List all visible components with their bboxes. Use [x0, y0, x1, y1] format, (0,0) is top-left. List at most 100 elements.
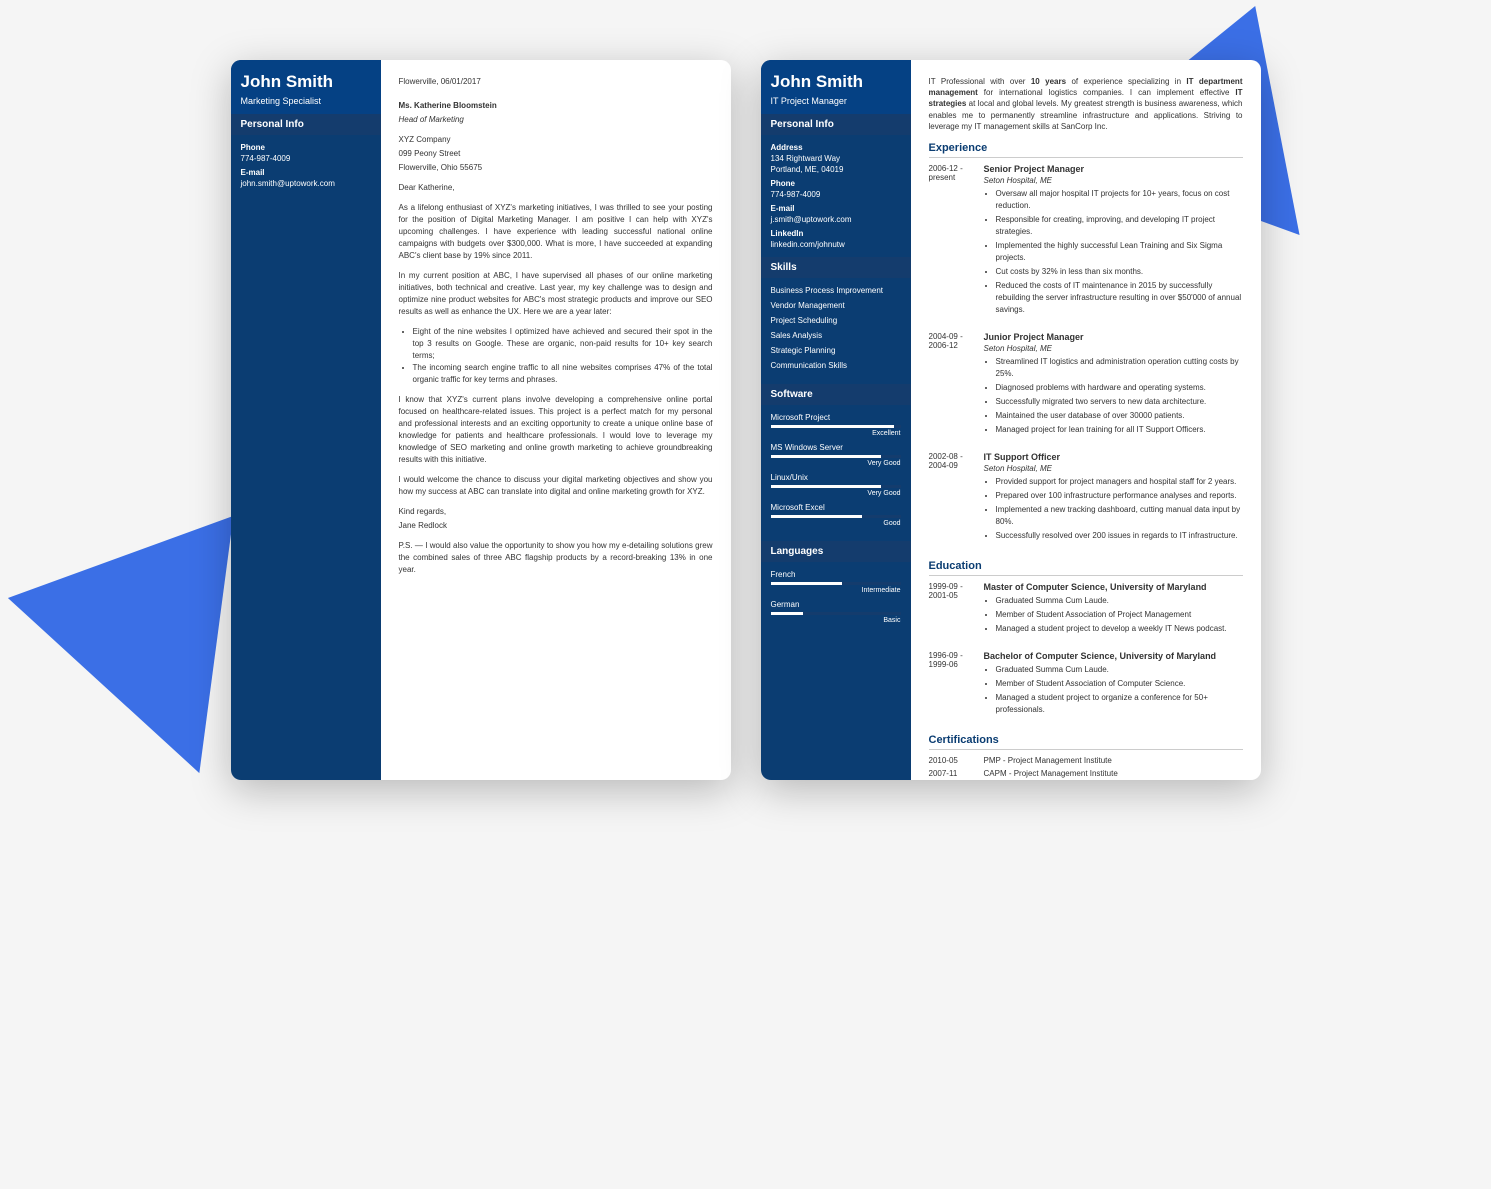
entry-subtitle: Seton Hospital, ME — [984, 176, 1243, 185]
bullet-2: The incoming search engine traffic to al… — [413, 362, 713, 386]
entry-title: IT Support Officer — [984, 452, 1243, 462]
experience-heading: Experience — [929, 142, 1243, 158]
entry-bullet: Responsible for creating, improving, and… — [996, 214, 1243, 238]
cv-entry: 1999-09 - 2001-05Master of Computer Scie… — [929, 582, 1243, 643]
entry-title: Senior Project Manager — [984, 164, 1243, 174]
software-item-name: Microsoft Excel — [771, 503, 901, 512]
cover-name-block: John Smith Marketing Specialist — [231, 60, 381, 114]
entry-bullet: Managed a student project to develop a w… — [996, 623, 1243, 635]
entry-date: 2004-09 - 2006-12 — [929, 332, 984, 444]
skill-item: Strategic Planning — [771, 346, 901, 355]
cv-email-label: E-mail — [771, 204, 901, 213]
entry-bullet: Reduced the costs of IT maintenance in 2… — [996, 280, 1243, 316]
entry-date: 2006-12 - present — [929, 164, 984, 324]
entry-title: Master of Computer Science, University o… — [984, 582, 1243, 592]
software-item: Linux/UnixVery Good — [771, 473, 901, 497]
languages-list: FrenchIntermediate GermanBasic — [761, 562, 911, 638]
phone-value: 774-987-4009 — [241, 154, 371, 163]
entry-date: 1999-09 - 2001-05 — [929, 582, 984, 643]
addr2: Portland, ME, 04019 — [771, 165, 901, 174]
cv-name: John Smith — [771, 72, 901, 92]
cv-entry: 2006-12 - presentSenior Project Manager S… — [929, 164, 1243, 324]
entry-bullet: Diagnosed problems with hardware and ope… — [996, 382, 1243, 394]
skill-level: Good — [771, 520, 901, 527]
cv-page: John Smith IT Project Manager Personal I… — [761, 60, 1261, 780]
entry-bullet: Implemented the highly successful Lean T… — [996, 240, 1243, 264]
entry-bullet: Member of Student Association of Compute… — [996, 678, 1243, 690]
entry-subtitle: Seton Hospital, ME — [984, 464, 1243, 473]
language-item: FrenchIntermediate — [771, 570, 901, 594]
entry-bullet: Member of Student Association of Project… — [996, 609, 1243, 621]
entry-date: 2002-08 - 2004-09 — [929, 452, 984, 550]
postscript: P.S. — I would also value the opportunit… — [399, 540, 713, 576]
sign-off: Kind regards, — [399, 506, 713, 518]
cv-phone-label: Phone — [771, 179, 901, 188]
entry-bullet: Streamlined IT logistics and administrat… — [996, 356, 1243, 380]
skill-level: Very Good — [771, 490, 901, 497]
phone-label: Phone — [241, 143, 371, 152]
certifications-list: 2010-05PMP - Project Management Institut… — [929, 756, 1243, 778]
signature: Jane Redlock — [399, 520, 713, 532]
cv-linkedin-label: LinkedIn — [771, 229, 901, 238]
skill-level: Excellent — [771, 430, 901, 437]
cert-date: 2007-11 — [929, 769, 984, 778]
cv-entry: 1996-09 - 1999-06Bachelor of Computer Sc… — [929, 651, 1243, 724]
software-list: Microsoft ProjectExcellent MS Windows Ser… — [761, 405, 911, 541]
bullet-list: Eight of the nine websites I optimized h… — [413, 326, 713, 386]
para-4: I would welcome the chance to discuss yo… — [399, 474, 713, 498]
entry-bullet: Successfully migrated two servers to new… — [996, 396, 1243, 408]
software-item-name: MS Windows Server — [771, 443, 901, 452]
company-addr1: 099 Peony Street — [399, 148, 713, 160]
language-item-name: French — [771, 570, 901, 579]
skill-level: Basic — [771, 617, 901, 624]
cert-row: 2007-11CAPM - Project Management Institu… — [929, 769, 1243, 778]
company-name: XYZ Company — [399, 134, 713, 146]
certifications-heading: Certifications — [929, 734, 1243, 750]
cover-info-heading: Personal Info — [231, 114, 381, 135]
entry-bullet: Successfully resolved over 200 issues in… — [996, 530, 1243, 542]
greeting: Dear Katherine, — [399, 182, 713, 194]
skills-list: Business Process ImprovementVendor Manag… — [761, 278, 911, 384]
software-heading: Software — [761, 384, 911, 405]
software-item: MS Windows ServerVery Good — [771, 443, 901, 467]
cert-text: CAPM - Project Management Institute — [984, 769, 1118, 778]
skill-item: Business Process Improvement — [771, 286, 901, 295]
experience-list: 2006-12 - presentSenior Project Manager S… — [929, 164, 1243, 550]
cert-date: 2010-05 — [929, 756, 984, 765]
email-value: john.smith@uptowork.com — [241, 179, 371, 188]
skill-bar — [771, 515, 901, 518]
language-item: GermanBasic — [771, 600, 901, 624]
entry-bullet: Managed a student project to organize a … — [996, 692, 1243, 716]
cv-entry: 2002-08 - 2004-09IT Support Officer Seton… — [929, 452, 1243, 550]
entry-bullet: Prepared over 100 infrastructure perform… — [996, 490, 1243, 502]
entry-date: 1996-09 - 1999-06 — [929, 651, 984, 724]
para-2: In my current position at ABC, I have su… — [399, 270, 713, 318]
company-addr2: Flowerville, Ohio 55675 — [399, 162, 713, 174]
software-item: Microsoft ProjectExcellent — [771, 413, 901, 437]
pages-container: John Smith Marketing Specialist Personal… — [231, 60, 1261, 780]
para-3: I know that XYZ's current plans involve … — [399, 394, 713, 466]
skill-bar — [771, 612, 901, 615]
cover-info-section: Phone 774-987-4009 E-mail john.smith@upt… — [231, 135, 381, 196]
skill-item: Project Scheduling — [771, 316, 901, 325]
cover-body: Flowerville, 06/01/2017 Ms. Katherine Bl… — [381, 60, 731, 780]
cv-name-block: John Smith IT Project Manager — [761, 60, 911, 114]
cover-title: Marketing Specialist — [241, 96, 371, 106]
skill-bar — [771, 485, 901, 488]
bullet-1: Eight of the nine websites I optimized h… — [413, 326, 713, 362]
cv-info-section: Address 134 Rightward Way Portland, ME, … — [761, 135, 911, 257]
education-heading: Education — [929, 560, 1243, 576]
cover-name: John Smith — [241, 72, 371, 92]
cv-info-heading: Personal Info — [761, 114, 911, 135]
entry-bullet: Graduated Summa Cum Laude. — [996, 664, 1243, 676]
recipient-name: Ms. Katherine Bloomstein — [399, 101, 497, 110]
cv-sidebar: John Smith IT Project Manager Personal I… — [761, 60, 911, 780]
entry-bullet: Maintained the user database of over 300… — [996, 410, 1243, 422]
languages-heading: Languages — [761, 541, 911, 562]
cv-linkedin: linkedin.com/johnutw — [771, 240, 901, 249]
entry-bullet: Cut costs by 32% in less than six months… — [996, 266, 1243, 278]
cover-letter-page: John Smith Marketing Specialist Personal… — [231, 60, 731, 780]
entry-subtitle: Seton Hospital, ME — [984, 344, 1243, 353]
cv-entry: 2004-09 - 2006-12Junior Project ManagerS… — [929, 332, 1243, 444]
skill-item: Communication Skills — [771, 361, 901, 370]
